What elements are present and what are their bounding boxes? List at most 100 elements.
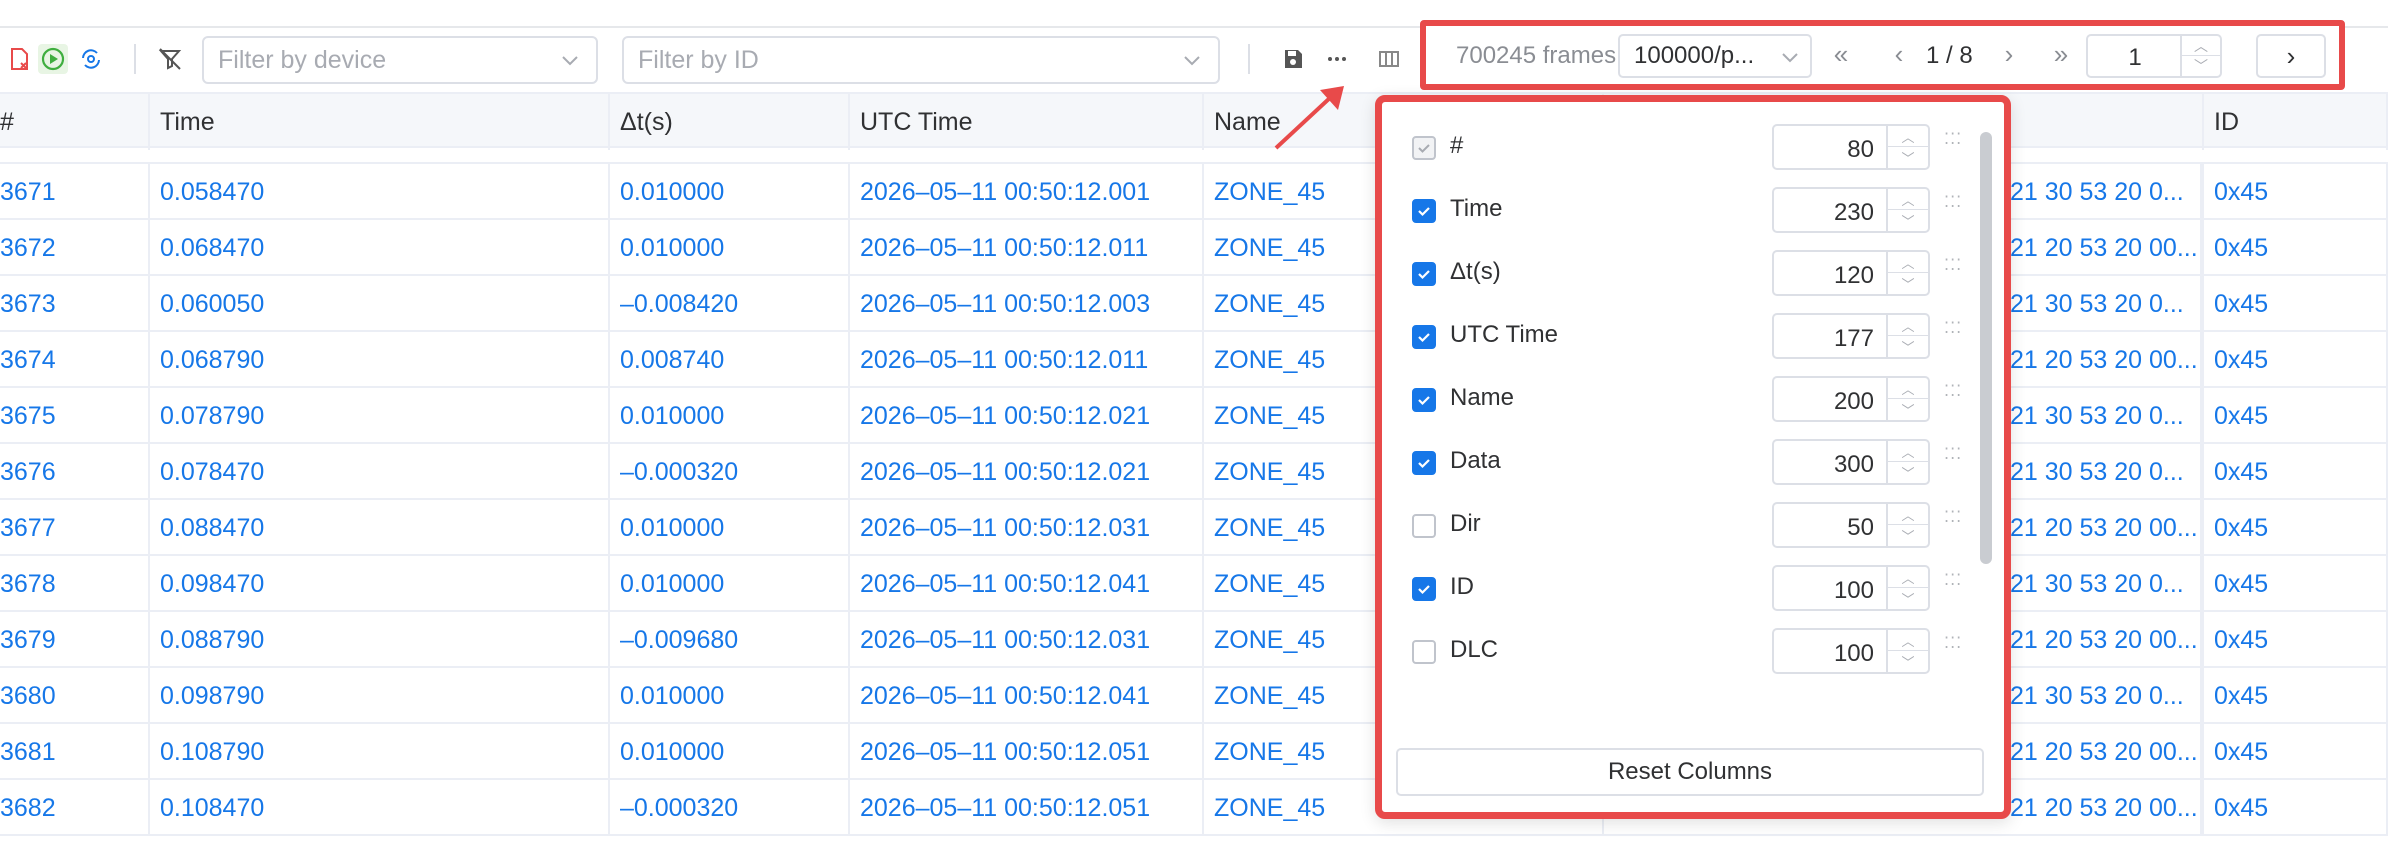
- reset-columns-button[interactable]: Reset Columns: [1396, 748, 1984, 796]
- column-width-input[interactable]: 100 ︿ ﹀: [1772, 628, 1930, 674]
- column-width-stepper[interactable]: ︿ ﹀: [1886, 189, 1928, 231]
- stepper-up-icon[interactable]: ︿: [1888, 504, 1928, 525]
- header-dt[interactable]: Δt(s): [610, 94, 850, 150]
- drag-handle-icon[interactable]: ⁚⁚⁚: [1944, 447, 1961, 473]
- stepper-down-icon[interactable]: ﹀: [1888, 651, 1928, 672]
- play-circle-icon[interactable]: [38, 44, 68, 74]
- column-visibility-checkbox[interactable]: [1412, 325, 1436, 349]
- header-number[interactable]: #: [0, 94, 150, 150]
- column-width-stepper[interactable]: ︿ ﹀: [1886, 126, 1928, 168]
- drag-handle-icon[interactable]: ⁚⁚⁚: [1944, 636, 1961, 662]
- stepper-up-icon[interactable]: ︿: [1888, 441, 1928, 462]
- table-row[interactable]: 3680 0.098790 0.010000 2026–05–11 00:50:12.…: [0, 668, 2388, 724]
- column-width-stepper[interactable]: ︿ ﹀: [1886, 378, 1928, 420]
- column-width-input[interactable]: 50 ︿ ﹀: [1772, 502, 1930, 548]
- cell-id: 0x45: [2202, 724, 2388, 780]
- cell-time: 0.088790: [150, 612, 610, 668]
- table-row[interactable]: 3675 0.078790 0.010000 2026–05–11 00:50:12.…: [0, 388, 2388, 444]
- table-row[interactable]: 3674 0.068790 0.008740 2026–05–11 00:50:12.…: [0, 332, 2388, 388]
- column-visibility-checkbox[interactable]: [1412, 199, 1436, 223]
- page-jump-value: 1: [2128, 44, 2142, 71]
- column-visibility-checkbox[interactable]: [1412, 262, 1436, 286]
- table-row[interactable]: 3678 0.098470 0.010000 2026–05–11 00:50:12.…: [0, 556, 2388, 612]
- cell-id: 0x45: [2202, 780, 2388, 836]
- column-width-stepper[interactable]: ︿ ﹀: [1886, 504, 1928, 546]
- drag-handle-icon[interactable]: ⁚⁚⁚: [1944, 132, 1961, 158]
- cell-data: 21 30 53 20 0...: [2000, 388, 2202, 444]
- page-jump-stepper[interactable]: ︿ ﹀: [2180, 36, 2220, 76]
- stepper-up-icon[interactable]: ︿: [1888, 630, 1928, 651]
- header-id[interactable]: ID: [2202, 94, 2388, 150]
- table-row[interactable]: 3682 0.108470 –0.000320 2026–05–11 00:50:12…: [0, 780, 2388, 836]
- column-width-stepper[interactable]: ︿ ﹀: [1886, 252, 1928, 294]
- column-visibility-checkbox[interactable]: [1412, 640, 1436, 664]
- table-row[interactable]: 3672 0.068470 0.010000 2026–05–11 00:50:12.…: [0, 220, 2388, 276]
- header-utc-time[interactable]: UTC Time: [850, 94, 1204, 150]
- drag-handle-icon[interactable]: ⁚⁚⁚: [1944, 573, 1961, 599]
- column-visibility-checkbox[interactable]: [1412, 514, 1436, 538]
- column-width-stepper[interactable]: ︿ ﹀: [1886, 441, 1928, 483]
- column-visibility-checkbox[interactable]: [1412, 451, 1436, 475]
- column-setting-label: UTC Time: [1450, 321, 1558, 348]
- page-jump-input[interactable]: 1 ︿ ﹀: [2086, 34, 2222, 78]
- stepper-down-icon[interactable]: ﹀: [1888, 210, 1928, 231]
- column-width-input[interactable]: 80 ︿ ﹀: [1772, 124, 1930, 170]
- drag-handle-icon[interactable]: ⁚⁚⁚: [1944, 321, 1961, 347]
- cell-data: 21 20 53 20 00...: [2000, 500, 2202, 556]
- column-width-input[interactable]: 100 ︿ ﹀: [1772, 565, 1930, 611]
- popup-scrollbar[interactable]: [1980, 132, 1992, 564]
- last-page-icon[interactable]: »: [2046, 38, 2076, 70]
- column-width-input[interactable]: 120 ︿ ﹀: [1772, 250, 1930, 296]
- table-row[interactable]: 3673 0.060050 –0.008420 2026–05–11 00:50:12…: [0, 276, 2388, 332]
- column-visibility-checkbox[interactable]: [1412, 388, 1436, 412]
- stepper-down-icon[interactable]: ﹀: [1888, 525, 1928, 546]
- column-width-stepper[interactable]: ︿ ﹀: [1886, 315, 1928, 357]
- stepper-up-icon[interactable]: ︿: [1888, 315, 1928, 336]
- device-filter-select[interactable]: Filter by device: [202, 36, 598, 84]
- table-row[interactable]: 3671 0.058470 0.010000 2026–05–11 00:50:12.…: [0, 164, 2388, 220]
- stepper-up-icon[interactable]: ︿: [1888, 252, 1928, 273]
- page-size-select[interactable]: 100000/p...: [1618, 34, 1812, 78]
- header-time[interactable]: Time: [150, 94, 610, 150]
- stepper-up-icon[interactable]: ︿: [1888, 126, 1928, 147]
- column-visibility-checkbox[interactable]: [1412, 577, 1436, 601]
- table-row[interactable]: 3677 0.088470 0.010000 2026–05–11 00:50:12.…: [0, 500, 2388, 556]
- column-width-input[interactable]: 200 ︿ ﹀: [1772, 376, 1930, 422]
- stepper-down-icon[interactable]: ﹀: [1888, 462, 1928, 483]
- next-page-icon[interactable]: ›: [1994, 38, 2024, 70]
- drag-handle-icon[interactable]: ⁚⁚⁚: [1944, 510, 1961, 536]
- cell-dt: 0.010000: [610, 220, 850, 276]
- more-icon[interactable]: [1322, 44, 1352, 74]
- cell-time: 0.088470: [150, 500, 610, 556]
- id-filter-select[interactable]: Filter by ID: [622, 36, 1220, 84]
- stepper-up-icon[interactable]: ︿: [1888, 189, 1928, 210]
- stepper-down-icon[interactable]: ﹀: [1888, 336, 1928, 357]
- stepper-up-icon[interactable]: ︿: [1888, 378, 1928, 399]
- stepper-down-icon[interactable]: ﹀: [2182, 56, 2220, 76]
- stepper-down-icon[interactable]: ﹀: [1888, 273, 1928, 294]
- column-width-stepper[interactable]: ︿ ﹀: [1886, 567, 1928, 609]
- column-width-input[interactable]: 177 ︿ ﹀: [1772, 313, 1930, 359]
- stepper-up-icon[interactable]: ︿: [2182, 36, 2220, 56]
- clear-file-icon[interactable]: [4, 44, 34, 74]
- stepper-down-icon[interactable]: ﹀: [1888, 588, 1928, 609]
- table-row[interactable]: 3681 0.108790 0.010000 2026–05–11 00:50:12.…: [0, 724, 2388, 780]
- table-row[interactable]: 3676 0.078470 –0.000320 2026–05–11 00:50:12…: [0, 444, 2388, 500]
- first-page-icon[interactable]: «: [1826, 38, 1856, 70]
- drag-handle-icon[interactable]: ⁚⁚⁚: [1944, 384, 1961, 410]
- save-icon[interactable]: [1278, 44, 1308, 74]
- drag-handle-icon[interactable]: ⁚⁚⁚: [1944, 258, 1961, 284]
- filter-off-icon[interactable]: [155, 44, 185, 74]
- go-next-button[interactable]: ›: [2256, 34, 2326, 78]
- table-row[interactable]: 3679 0.088790 –0.009680 2026–05–11 00:50:12…: [0, 612, 2388, 668]
- column-width-stepper[interactable]: ︿ ﹀: [1886, 630, 1928, 672]
- prev-page-icon[interactable]: ‹: [1884, 38, 1914, 70]
- stepper-up-icon[interactable]: ︿: [1888, 567, 1928, 588]
- stepper-down-icon[interactable]: ﹀: [1888, 147, 1928, 168]
- drag-handle-icon[interactable]: ⁚⁚⁚: [1944, 195, 1961, 221]
- column-width-input[interactable]: 230 ︿ ﹀: [1772, 187, 1930, 233]
- column-width-input[interactable]: 300 ︿ ﹀: [1772, 439, 1930, 485]
- stepper-down-icon[interactable]: ﹀: [1888, 399, 1928, 420]
- columns-icon[interactable]: [1374, 44, 1404, 74]
- sync-icon[interactable]: [76, 44, 106, 74]
